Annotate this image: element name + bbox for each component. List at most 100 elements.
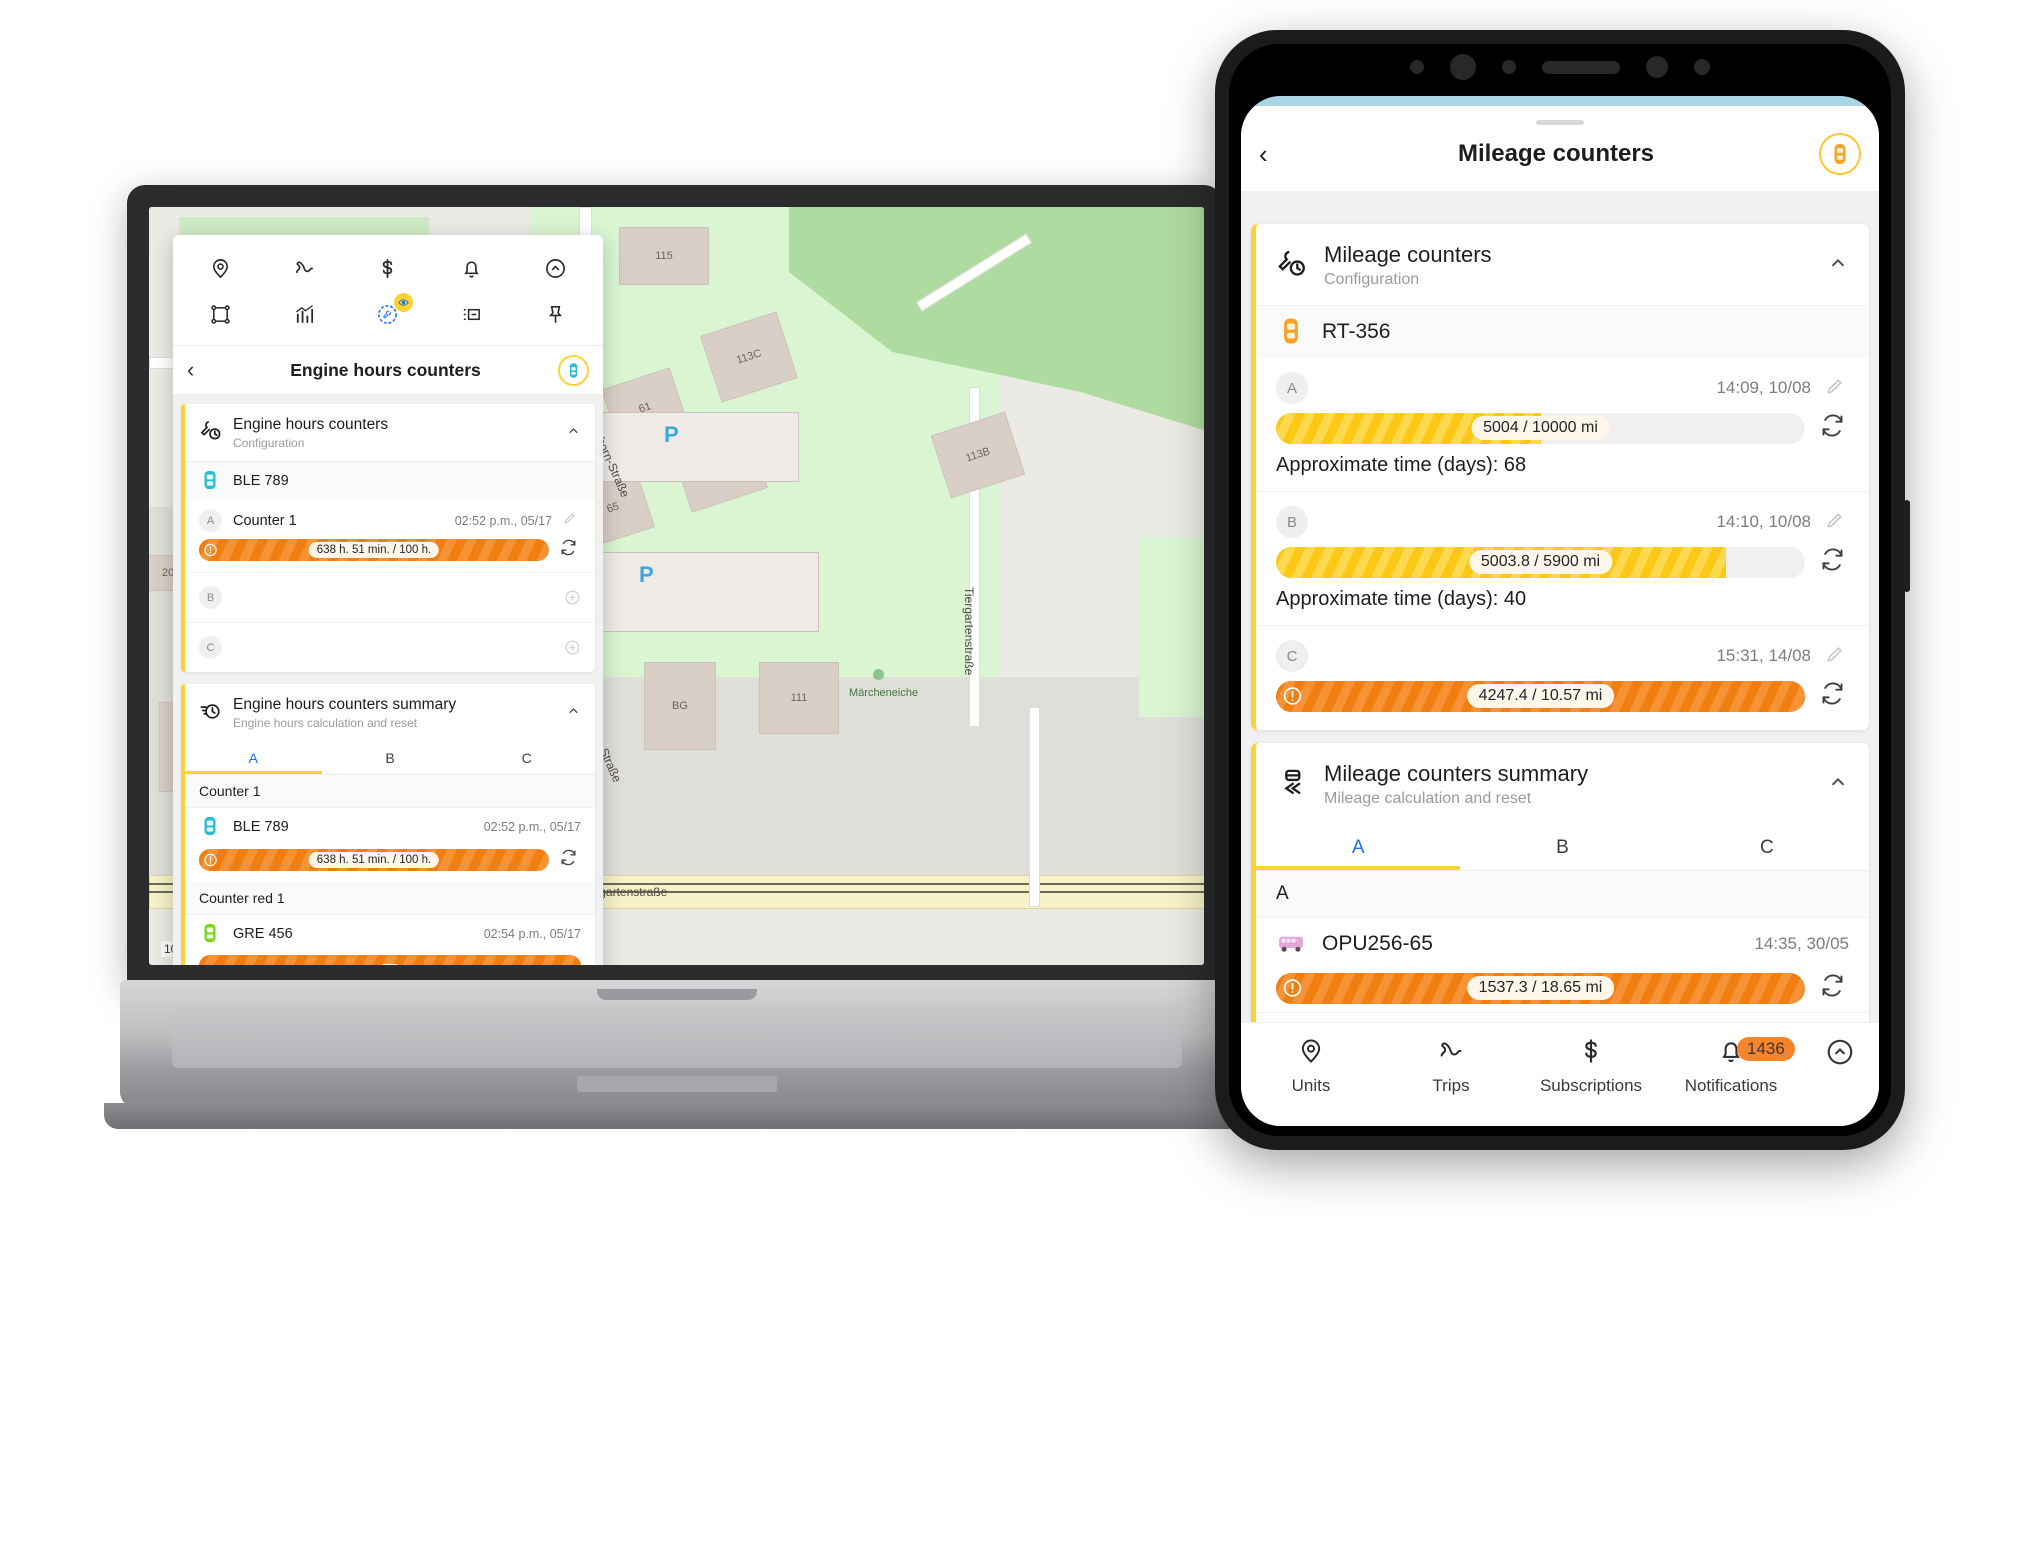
sensor-dot xyxy=(1694,59,1710,75)
nav-item-subscriptions[interactable]: Subscriptions xyxy=(1521,1037,1661,1096)
engine-hours-config-card[interactable]: Engine hours counters Configuration BLE … xyxy=(181,404,595,672)
chart-icon[interactable] xyxy=(285,295,323,333)
add-counter-icon[interactable] xyxy=(564,639,581,656)
nav-item-notifications[interactable]: 1436 Notifications xyxy=(1661,1037,1801,1096)
counter-progress-bar: 5003.8 / 5900 mi xyxy=(1276,546,1805,578)
reset-icon[interactable] xyxy=(559,848,581,872)
edit-pencil-icon[interactable] xyxy=(1825,376,1849,401)
web-panel-header: ‹ Engine hours counters xyxy=(173,346,603,394)
edit-pencil-icon[interactable] xyxy=(563,511,581,530)
engine-hours-summary-card[interactable]: Engine hours counters summary Engine hou… xyxy=(181,684,595,965)
avatar[interactable] xyxy=(558,354,589,386)
tab-b[interactable]: B xyxy=(1460,824,1664,870)
nav-item-units[interactable]: Units xyxy=(1241,1037,1381,1096)
summary-row[interactable]: BLE 789 02:52 p.m., 05/17 638 h. 51 min.… xyxy=(185,808,595,882)
counter-row-b[interactable]: B 14:10, 10/08 5003.8 / 5900 mi Approxim… xyxy=(1256,492,1869,625)
mileage-config-card[interactable]: Mileage counters Configuration RT-356 A … xyxy=(1251,224,1869,730)
unit-row[interactable]: BLE 789 xyxy=(185,461,595,500)
reset-icon[interactable] xyxy=(1819,972,1849,1004)
summary-row[interactable]: GRE 456 02:54 p.m., 05/17 xyxy=(185,915,595,965)
chevron-up-icon[interactable] xyxy=(1827,253,1849,278)
status-strip xyxy=(1241,96,1879,106)
chevron-up-icon[interactable] xyxy=(1827,772,1849,797)
counter-row-a[interactable]: A Counter 1 02:52 p.m., 05/17 638 h. 51 … xyxy=(185,500,595,572)
map-house-number: 65 xyxy=(605,500,621,516)
car-orange-icon xyxy=(1276,316,1308,348)
chevron-up-circle-icon[interactable] xyxy=(536,249,574,287)
web-side-panel[interactable]: ‹ Engine hours counters Engine hours cou… xyxy=(173,235,603,965)
reset-icon[interactable] xyxy=(1819,546,1849,578)
route-icon[interactable] xyxy=(285,249,323,287)
counter-row-a[interactable]: A 14:09, 10/08 5004 / 10000 mi Approxima… xyxy=(1256,358,1869,491)
edit-pencil-icon[interactable] xyxy=(1825,644,1849,669)
counter-name: Counter 1 xyxy=(233,512,297,529)
chevron-up-icon[interactable] xyxy=(566,704,581,722)
counter-progress-bar: 4247.4 / 10.57 mi xyxy=(1276,680,1805,712)
collapse-button[interactable] xyxy=(1801,1037,1879,1067)
pin-icon[interactable] xyxy=(536,295,574,333)
web-toolbar xyxy=(173,235,603,345)
card-header[interactable]: Engine hours counters summary Engine hou… xyxy=(185,684,595,741)
summary-row[interactable]: OPU256-65 14:35, 30/05 1537.3 / 18.65 mi xyxy=(1256,918,1869,1012)
nav-item-trips[interactable]: Trips xyxy=(1381,1037,1521,1096)
tab-c[interactable]: C xyxy=(1665,824,1869,870)
speed-clock-icon xyxy=(199,699,233,727)
list-detail-icon[interactable] xyxy=(453,295,491,333)
location-pin-icon[interactable] xyxy=(202,249,240,287)
tab-c[interactable]: C xyxy=(458,741,595,774)
tab-a[interactable]: A xyxy=(185,741,322,774)
phone-body: ‹ Mileage counters Mileage counters Conf… xyxy=(1215,30,1910,1150)
drag-handle[interactable] xyxy=(1536,120,1584,125)
counter-row-b[interactable]: B xyxy=(185,572,595,622)
back-button[interactable]: ‹ xyxy=(187,359,213,381)
counter-badge: A xyxy=(199,509,222,532)
counter-progress-label: 1537.3 / 18.65 mi xyxy=(1466,976,1615,1000)
counter-date: 15:31, 14/08 xyxy=(1716,646,1811,665)
card-header[interactable]: Mileage counters Configuration xyxy=(1256,224,1869,305)
phone-content[interactable]: Mileage counters Configuration RT-356 A … xyxy=(1241,214,1879,1022)
tab-b[interactable]: B xyxy=(322,741,459,774)
unit-name: RT-356 xyxy=(1322,320,1391,343)
unit-name: BLE 789 xyxy=(233,473,289,489)
card-header[interactable]: Engine hours counters Configuration xyxy=(185,404,595,461)
laptop-device: 115 113C 113B 61 63 65 67 69 71 73 75 77… xyxy=(104,185,1280,1345)
edit-pencil-icon[interactable] xyxy=(1825,510,1849,535)
tab-a[interactable]: A xyxy=(1256,824,1460,870)
phone-screen[interactable]: ‹ Mileage counters Mileage counters Conf… xyxy=(1241,96,1879,1126)
unit-date: 02:52 p.m., 05/17 xyxy=(483,820,581,834)
map-house-number: 111 xyxy=(790,692,808,704)
unit-name: OPU256-65 xyxy=(1322,932,1433,955)
card-header[interactable]: Mileage counters summary Mileage calcula… xyxy=(1256,743,1869,824)
service-icon[interactable] xyxy=(369,293,413,333)
chevron-up-icon[interactable] xyxy=(566,424,581,442)
counter-progress-label xyxy=(382,964,398,965)
reset-icon[interactable] xyxy=(559,538,581,562)
car-cyan-icon xyxy=(199,469,223,493)
back-button[interactable]: ‹ xyxy=(1259,141,1293,167)
add-counter-icon[interactable] xyxy=(564,589,581,606)
summary-row[interactable]: TR543-98 12:33, 31/08/2022 30566.3 mi xyxy=(1256,1013,1869,1022)
unit-name: BLE 789 xyxy=(233,819,289,835)
counter-progress-bar: 1537.3 / 18.65 mi xyxy=(1276,972,1805,1004)
bell-icon[interactable] xyxy=(453,249,491,287)
reset-icon[interactable] xyxy=(1819,412,1849,444)
counter-row-c[interactable]: C xyxy=(185,622,595,672)
counter-date: 02:52 p.m., 05/17 xyxy=(454,513,552,528)
unit-date: 14:35, 30/05 xyxy=(1754,934,1849,953)
phone-header: ‹ Mileage counters xyxy=(1241,106,1879,191)
counter-row-c[interactable]: C 15:31, 14/08 4247.4 / 10.57 mi xyxy=(1256,626,1869,730)
group-label: Counter 1 xyxy=(185,775,595,808)
wrench-clock-icon xyxy=(199,419,233,447)
mileage-summary-card[interactable]: Mileage counters summary Mileage calcula… xyxy=(1251,743,1869,1022)
warning-icon xyxy=(1282,978,1303,999)
geofence-icon[interactable] xyxy=(202,295,240,333)
avatar[interactable] xyxy=(1819,133,1861,175)
map-parking-label: P xyxy=(664,422,679,447)
dollar-icon[interactable] xyxy=(369,249,407,287)
card-title: Engine hours counters xyxy=(233,416,389,433)
reset-icon[interactable] xyxy=(1819,680,1849,712)
unit-name: GRE 456 xyxy=(233,926,293,942)
unit-row[interactable]: RT-356 xyxy=(1256,305,1869,358)
map-street-label: Tiergartenstraße xyxy=(962,587,976,676)
power-button[interactable] xyxy=(1904,500,1910,592)
